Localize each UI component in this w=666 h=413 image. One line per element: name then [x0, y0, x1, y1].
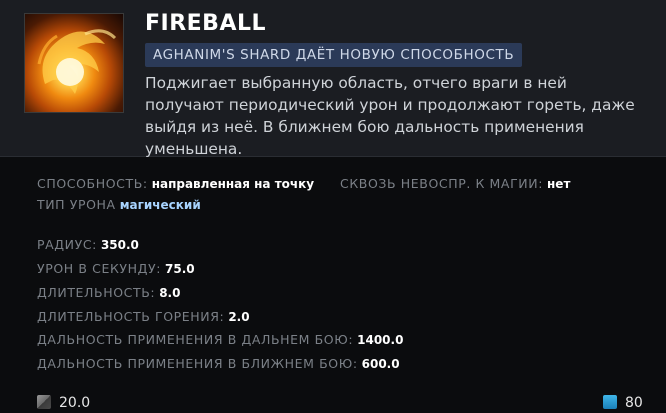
melee-cast-range-value: 600.0: [361, 357, 400, 371]
fireball-icon: [24, 13, 124, 113]
radius-row: РАДИУС: 350.0: [37, 237, 139, 252]
cooldown-icon: [37, 395, 51, 409]
cooldown-value: 20.0: [59, 395, 91, 411]
ranged-cast-range-value: 1400.0: [357, 333, 404, 347]
pierces-spell-immunity-row: СКВОЗЬ НЕВОСПР. К МАГИИ: нет: [340, 176, 570, 191]
duration-row: ДЛИТЕЛЬНОСТЬ: 8.0: [37, 285, 180, 300]
ability-title: FIREBALL: [145, 11, 267, 36]
melee-cast-range-row: ДАЛЬНОСТЬ ПРИМЕНЕНИЯ В БЛИЖНЕМ БОЮ: 600.…: [37, 356, 400, 371]
ranged-cast-range-row: ДАЛЬНОСТЬ ПРИМЕНЕНИЯ В ДАЛЬНЕМ БОЮ: 1400…: [37, 332, 403, 347]
melee-cast-range-label: ДАЛЬНОСТЬ ПРИМЕНЕНИЯ В БЛИЖНЕМ БОЮ:: [37, 356, 358, 371]
damage-type-label: ТИП УРОНА: [37, 197, 116, 212]
burn-duration-value: 2.0: [228, 310, 250, 324]
aghanims-shard-badge: AGHANIM'S SHARD ДАЁТ НОВУЮ СПОСОБНОСТЬ: [145, 43, 523, 67]
dps-label: УРОН В СЕКУНДУ:: [37, 261, 162, 276]
damage-type-row: ТИП УРОНА магический: [37, 197, 201, 212]
ability-behavior-value: направленная на точку: [151, 177, 315, 191]
pierces-spell-immunity-value: нет: [547, 177, 571, 191]
pierces-spell-immunity-label: СКВОЗЬ НЕВОСПР. К МАГИИ:: [340, 176, 544, 191]
duration-value: 8.0: [159, 286, 181, 300]
dps-value: 75.0: [165, 262, 195, 276]
radius-value: 350.0: [100, 238, 139, 252]
dps-row: УРОН В СЕКУНДУ: 75.0: [37, 261, 195, 276]
mana-cost-value: 80: [625, 395, 643, 411]
burn-duration-row: ДЛИТЕЛЬНОСТЬ ГОРЕНИЯ: 2.0: [37, 309, 250, 324]
damage-type-value: магический: [119, 198, 201, 212]
ranged-cast-range-label: ДАЛЬНОСТЬ ПРИМЕНЕНИЯ В ДАЛЬНЕМ БОЮ:: [37, 332, 354, 347]
ability-behavior-row: СПОСОБНОСТЬ: направленная на точку: [37, 176, 314, 191]
duration-label: ДЛИТЕЛЬНОСТЬ:: [37, 285, 156, 300]
radius-label: РАДИУС:: [37, 237, 97, 252]
cooldown: 20.0: [37, 395, 90, 411]
ability-tooltip: FIREBALL AGHANIM'S SHARD ДАЁТ НОВУЮ СПОС…: [0, 0, 666, 413]
tooltip-header: FIREBALL AGHANIM'S SHARD ДАЁТ НОВУЮ СПОС…: [0, 0, 666, 158]
ability-behavior-label: СПОСОБНОСТЬ:: [37, 176, 148, 191]
burn-duration-label: ДЛИТЕЛЬНОСТЬ ГОРЕНИЯ:: [37, 309, 225, 324]
ability-description: Поджигает выбранную область, отчего враг…: [145, 74, 635, 158]
mana-cost: 80: [603, 395, 643, 411]
mana-icon: [603, 395, 617, 409]
